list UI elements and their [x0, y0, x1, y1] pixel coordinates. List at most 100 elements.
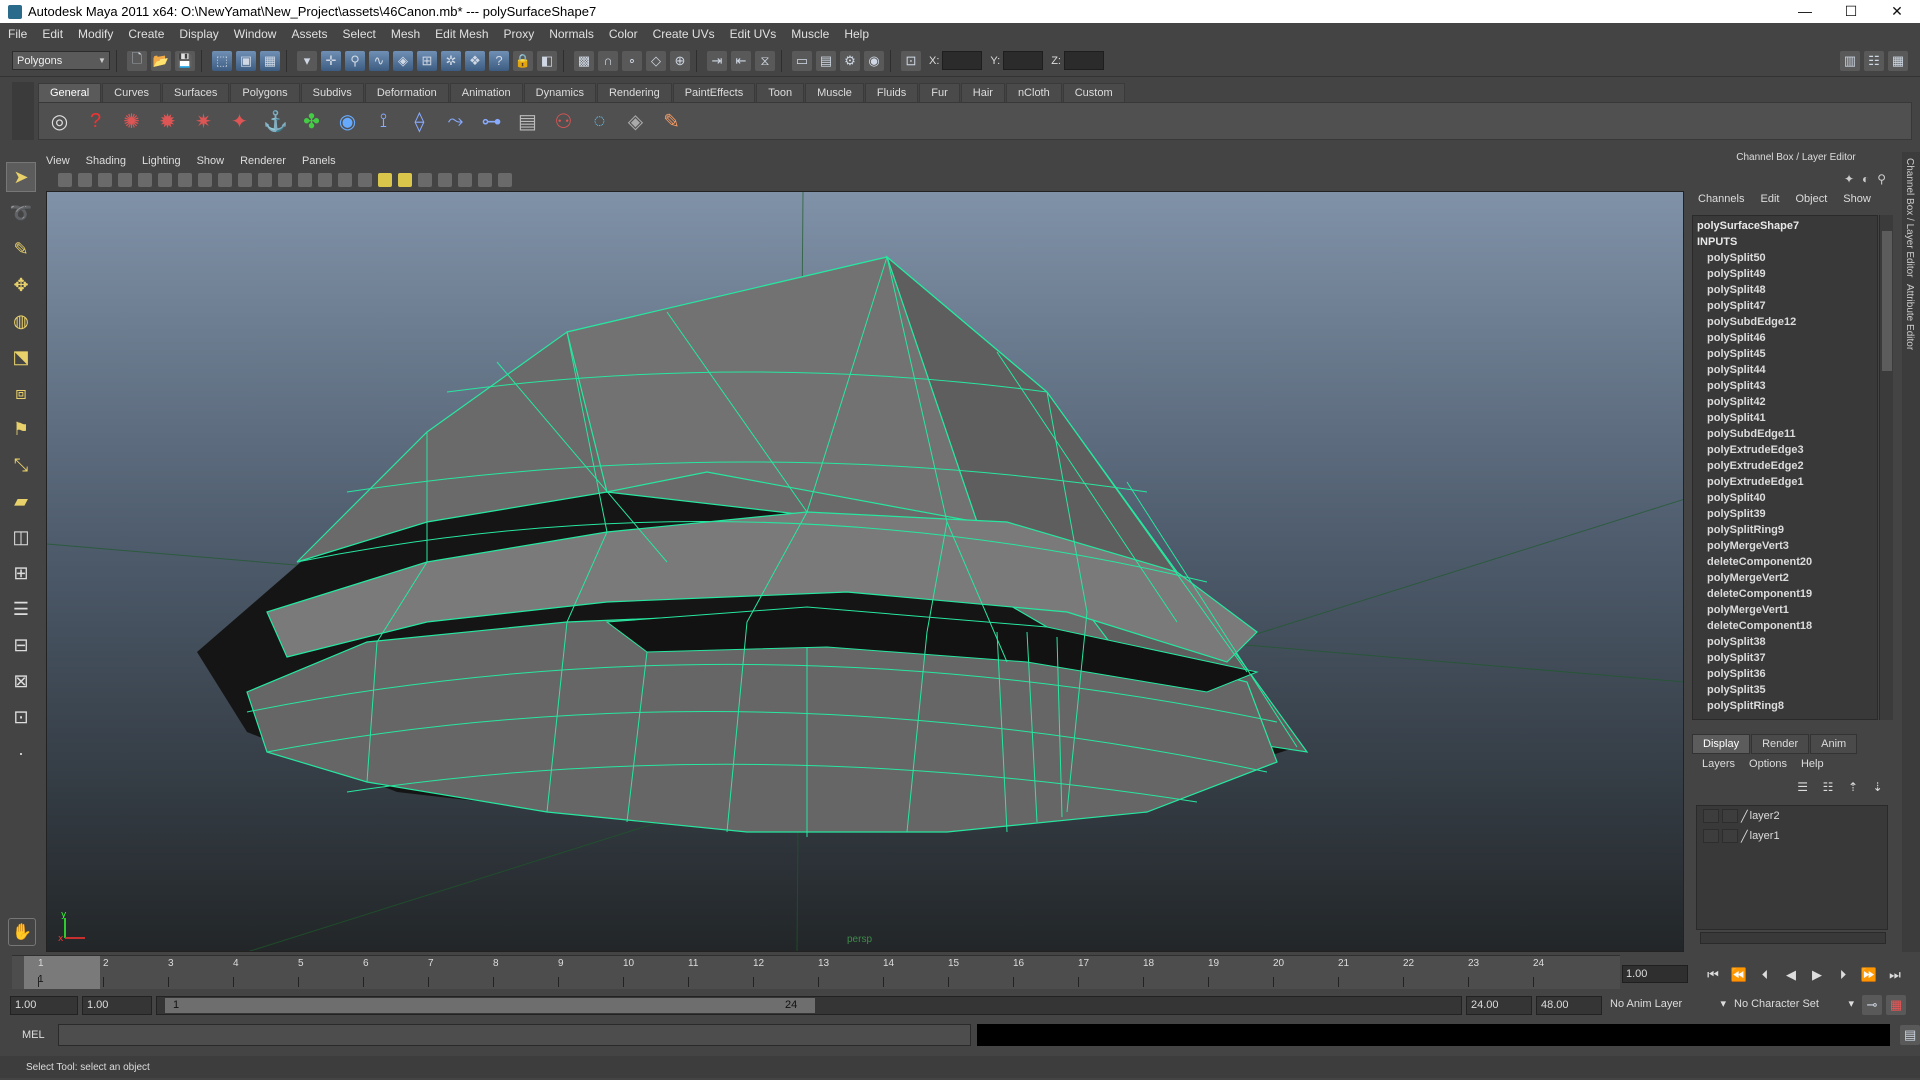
character-set-dropdown[interactable]: No Character Set ▾: [1730, 996, 1854, 1015]
bookmark-icon[interactable]: [98, 173, 112, 187]
menu-normals[interactable]: Normals: [549, 27, 594, 41]
ipr-icon[interactable]: ✹: [153, 107, 182, 136]
grid-icon[interactable]: [138, 173, 152, 187]
shelf-tab-polygons[interactable]: Polygons: [230, 83, 300, 102]
pick-misc-icon[interactable]: ?: [489, 50, 509, 71]
input-node[interactable]: deleteComponent20: [1697, 554, 1877, 570]
light-icon[interactable]: ✤: [297, 107, 326, 136]
pick-rendering-icon[interactable]: ❖: [465, 50, 485, 71]
channel-box-menu-show[interactable]: Show: [1843, 193, 1871, 209]
perspective-viewport[interactable]: persp y x: [46, 191, 1684, 952]
step-forward-key-icon[interactable]: ⏩: [1856, 967, 1882, 983]
move-layer-down-icon[interactable]: ⇣: [1873, 780, 1883, 800]
lasso-tool-icon[interactable]: ➰: [6, 198, 36, 228]
range-slider-fill[interactable]: [165, 997, 815, 1013]
viewport-menu-view[interactable]: View: [46, 155, 70, 167]
layer-menu-help[interactable]: Help: [1801, 758, 1824, 770]
input-node[interactable]: polySubdEdge12: [1697, 314, 1877, 330]
shelf-tab-surfaces[interactable]: Surfaces: [161, 83, 230, 102]
field-chart-icon[interactable]: [218, 173, 232, 187]
input-node[interactable]: polyMergeVert3: [1697, 538, 1877, 554]
channel-box-menu-edit[interactable]: Edit: [1760, 193, 1779, 209]
menu-modify[interactable]: Modify: [78, 27, 113, 41]
make-live-icon[interactable]: ⊕: [670, 50, 690, 71]
channel-box-scrollbar[interactable]: [1879, 215, 1893, 720]
shelf-tab-fluids[interactable]: Fluids: [864, 83, 919, 102]
command-input[interactable]: [57, 1024, 971, 1046]
magnet-icon[interactable]: ⚓: [261, 107, 290, 136]
render-globals-icon[interactable]: ⚙: [840, 50, 860, 71]
shelf-tab-ncloth[interactable]: nCloth: [1005, 83, 1062, 102]
script-editor-icon[interactable]: ▤: [1900, 1025, 1920, 1045]
channel-box-list[interactable]: polySurfaceShape7 INPUTS polySplit50 poly…: [1692, 215, 1878, 720]
visibility-icon[interactable]: ◐: [1862, 172, 1869, 190]
persp-graph-layout-icon[interactable]: ⊟: [6, 630, 36, 660]
menu-create-uvs[interactable]: Create UVs: [653, 27, 715, 41]
play-forwards-icon[interactable]: ▶: [1804, 967, 1830, 983]
object-name[interactable]: polySurfaceShape7: [1697, 218, 1877, 234]
layer-tab-anim[interactable]: Anim: [1810, 734, 1858, 754]
start-time-field[interactable]: 1.00: [10, 995, 78, 1015]
menu-edit-uvs[interactable]: Edit UVs: [730, 27, 777, 41]
default-light-icon[interactable]: [378, 173, 392, 187]
new-scene-icon[interactable]: 🗋: [127, 50, 147, 71]
sphere-render-icon[interactable]: ◎: [45, 107, 74, 136]
gate-mask-icon[interactable]: [198, 173, 212, 187]
menu-edit-mesh[interactable]: Edit Mesh: [435, 27, 488, 41]
shelf-tab-painteffects[interactable]: PaintEffects: [672, 83, 756, 102]
new-layer-selected-icon[interactable]: ☷: [1823, 780, 1834, 800]
persp-outliner-layout-icon[interactable]: ☰: [6, 594, 36, 624]
shelf-tab-custom[interactable]: Custom: [1062, 83, 1125, 102]
layer-row[interactable]: ╱ layer1: [1697, 826, 1887, 846]
shelf-menu-handle[interactable]: [12, 82, 34, 140]
input-node[interactable]: deleteComponent18: [1697, 618, 1877, 634]
pick-dynamics-icon[interactable]: ✲: [441, 50, 461, 71]
all-lights-icon[interactable]: [398, 173, 412, 187]
input-node[interactable]: polySplit36: [1697, 666, 1877, 682]
key-icon[interactable]: ✦: [1844, 172, 1854, 190]
select-object-icon[interactable]: ▣: [236, 50, 256, 71]
pin-icon[interactable]: ⚲: [1877, 172, 1886, 190]
open-scene-icon[interactable]: 📂: [151, 50, 171, 71]
hypershade-persp-layout-icon[interactable]: ⊠: [6, 666, 36, 696]
shelf-tab-dynamics[interactable]: Dynamics: [523, 83, 596, 102]
xray-joints-icon[interactable]: [478, 173, 492, 187]
universal-manipulator-icon[interactable]: ⧈: [6, 378, 36, 408]
anim-start-field[interactable]: 1.00: [82, 995, 152, 1015]
render-view-icon[interactable]: ◈: [621, 107, 650, 136]
input-node[interactable]: polySplit44: [1697, 362, 1877, 378]
mel-label[interactable]: MEL: [10, 1029, 58, 1041]
maximize-button[interactable]: ☐: [1828, 3, 1874, 20]
step-back-frame-icon[interactable]: ⏴: [1752, 967, 1778, 983]
input-node[interactable]: polySubdEdge11: [1697, 426, 1877, 442]
menu-select[interactable]: Select: [342, 27, 375, 41]
help-icon[interactable]: ?: [81, 107, 110, 136]
wireframe-icon[interactable]: [278, 173, 292, 187]
tab-channel-box[interactable]: Channel Box / Layer Editor: [1904, 158, 1915, 278]
menu-mesh[interactable]: Mesh: [391, 27, 420, 41]
render-settings-icon[interactable]: ✷: [189, 107, 218, 136]
save-scene-icon[interactable]: 💾: [175, 50, 195, 71]
more-layouts-icon[interactable]: ·: [6, 738, 36, 768]
film-gate-icon[interactable]: [158, 173, 172, 187]
menu-assets[interactable]: Assets: [291, 27, 327, 41]
input-ops-icon[interactable]: ⇥: [707, 50, 727, 71]
pick-deformations-icon[interactable]: ⊞: [417, 50, 437, 71]
layer-display-type-toggle[interactable]: [1722, 829, 1738, 843]
layer-tab-render[interactable]: Render: [1751, 734, 1810, 754]
x-field[interactable]: [942, 51, 983, 70]
render-frame-icon[interactable]: ▭: [792, 50, 812, 71]
shelf-tab-general[interactable]: General: [38, 83, 102, 102]
shelf-tab-deformation[interactable]: Deformation: [364, 83, 449, 102]
smooth-shade-icon[interactable]: [298, 173, 312, 187]
safe-action-icon[interactable]: [238, 173, 252, 187]
go-to-end-icon[interactable]: ⏭: [1882, 967, 1908, 983]
layer-hscrollbar[interactable]: [1700, 932, 1886, 944]
soft-modification-icon[interactable]: ⚑: [6, 414, 36, 444]
auto-key-icon[interactable]: ⊸: [1862, 995, 1882, 1015]
y-field[interactable]: [1003, 51, 1044, 70]
layer-row[interactable]: ╱ layer2: [1697, 806, 1887, 826]
pick-curves-icon[interactable]: ∿: [369, 50, 389, 71]
pick-joints-icon[interactable]: ⚲: [345, 50, 365, 71]
input-node[interactable]: polySplit40: [1697, 490, 1877, 506]
